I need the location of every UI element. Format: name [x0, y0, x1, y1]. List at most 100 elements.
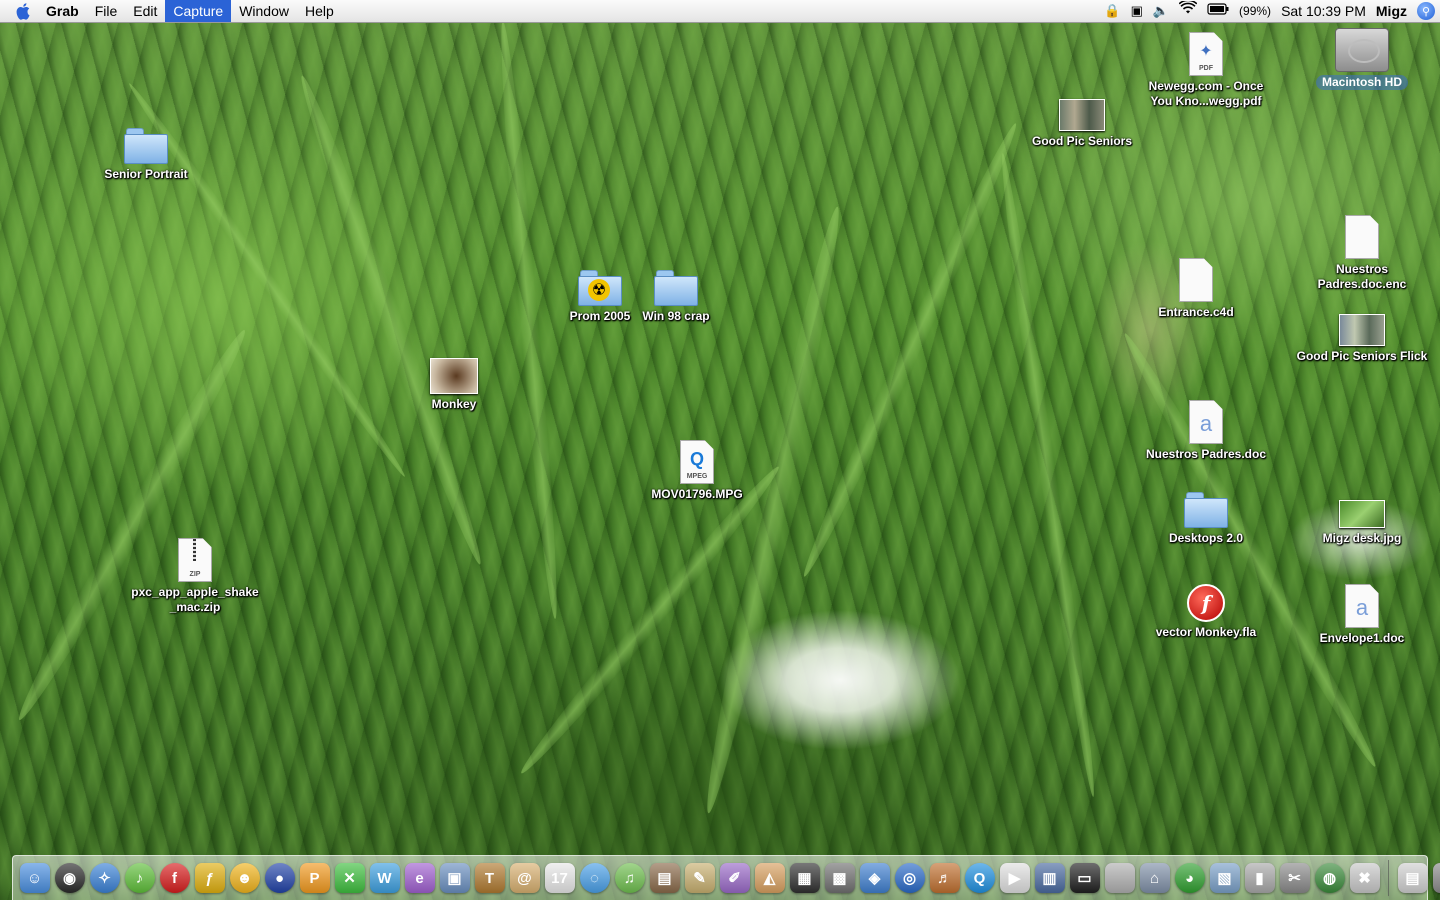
- ichat-icon[interactable]: ◌: [579, 863, 610, 893]
- desktop-icon-win-98-crap[interactable]: Win 98 crap: [601, 270, 751, 324]
- x-app-icon[interactable]: ✕: [334, 863, 365, 893]
- volume-icon[interactable]: 🔈: [1153, 0, 1169, 22]
- desktop-icon-label: Monkey: [431, 397, 477, 411]
- idvd-icon[interactable]: ◈: [859, 863, 890, 893]
- desktop-icon-good-pic-seniors-flick[interactable]: Good Pic Seniors Flick: [1287, 314, 1437, 364]
- pens-icon[interactable]: ✐: [719, 863, 750, 893]
- menu-clock[interactable]: Sat 10:39 PM: [1281, 3, 1366, 19]
- menu-help[interactable]: Help: [297, 0, 342, 22]
- desktop-icon-label: MOV01796.MPG: [651, 487, 743, 501]
- garageband-icon[interactable]: ♬: [929, 863, 960, 893]
- menu-window[interactable]: Window: [231, 0, 297, 22]
- desktop-icon-label: Win 98 crap: [642, 309, 710, 323]
- sphere-app-icon[interactable]: ●: [264, 863, 295, 893]
- archive-icon[interactable]: ▧: [1209, 863, 1240, 893]
- movie-icon[interactable]: ▩: [824, 863, 855, 893]
- dock-separator: [1388, 860, 1389, 896]
- utilities-icon[interactable]: ✂: [1279, 863, 1310, 893]
- pen-tool-icon[interactable]: ✎: [684, 863, 715, 893]
- dashboard-icon[interactable]: ◉: [54, 863, 85, 893]
- desktop-icon-desktops-2[interactable]: Desktops 2.0: [1131, 492, 1281, 546]
- wifi-icon[interactable]: [1178, 0, 1198, 22]
- menu-bar: Grab File Edit Capture Window Help 🔒 ▣ 🔈…: [0, 0, 1440, 23]
- desktop-icon-vector-monkey-fla[interactable]: f vector Monkey.fla: [1131, 584, 1281, 640]
- sketch-icon[interactable]: ◭: [754, 863, 785, 893]
- p-app-icon[interactable]: P: [299, 863, 330, 893]
- photo-thumbnail-icon: [1339, 314, 1385, 346]
- smiley-app-icon[interactable]: ☻: [229, 863, 260, 893]
- word-document-icon: a: [1345, 584, 1379, 628]
- clapper-icon[interactable]: ▦: [789, 863, 820, 893]
- lock-icon[interactable]: 🔒: [1104, 0, 1120, 22]
- film-strip-icon[interactable]: ▥: [1034, 863, 1065, 893]
- desktop-icon-monkey[interactable]: Monkey: [379, 358, 529, 412]
- iphoto-icon[interactable]: ▤: [649, 863, 680, 893]
- dock: ☺ ◉ ✧ ♪ f ƒ ☻ ● P ✕ We ▣ T @17 ◌ ♫ ▤ ✎ ✐ ◭ ▦ ▩ ◈ ◎ ♬ Q ▶ ▥ ▭ ⌂ ◕ ▧ ▮ ✂ ◍ ✖ ▤…: [12, 855, 1440, 900]
- user-name[interactable]: Migz: [1376, 3, 1407, 19]
- dvd-player-icon[interactable]: ◎: [894, 863, 925, 893]
- itunes-note-icon[interactable]: ♫: [614, 863, 645, 893]
- menu-edit[interactable]: Edit: [125, 0, 165, 22]
- desktop-icon-senior-portrait[interactable]: Senior Portrait: [71, 128, 221, 182]
- mpeg-movie-icon: Q MPEG: [680, 440, 714, 484]
- trash-icon[interactable]: ♲: [1432, 863, 1440, 893]
- folder-icon: [124, 128, 168, 164]
- e-app-icon[interactable]: e: [404, 863, 435, 893]
- desktop-icon-label: Nuestros Padres.doc.enc: [1317, 262, 1407, 291]
- photo-thumbnail-icon: [430, 358, 478, 394]
- dreamweaver-icon[interactable]: ƒ: [194, 863, 225, 893]
- menu-app-name[interactable]: Grab: [38, 0, 87, 22]
- desktop-icon-pxc-zip[interactable]: ZIP pxc_app_apple_shake _mac.zip: [120, 538, 270, 615]
- menu-file[interactable]: File: [87, 0, 126, 22]
- desktop-icon-label: Nuestros Padres.doc: [1145, 447, 1267, 461]
- w-app-icon[interactable]: W: [369, 863, 400, 893]
- menu-extras: 🔒 ▣ 🔈 (99%) Sat 10:39 PM Migz ⚲: [1099, 0, 1440, 22]
- network-icon[interactable]: ⌂: [1139, 863, 1170, 893]
- word-document-icon: a: [1189, 400, 1223, 444]
- folder-icon: [1184, 492, 1228, 528]
- document-icon: [1179, 258, 1213, 302]
- desktop-icon-entrance-c4d[interactable]: Entrance.c4d: [1121, 258, 1271, 320]
- battery-icon[interactable]: [1207, 0, 1229, 22]
- server-icon[interactable]: ▮: [1244, 863, 1275, 893]
- t-tool-icon[interactable]: T: [474, 863, 505, 893]
- photo-thumbnail-icon: [1059, 99, 1105, 131]
- spotlight-icon[interactable]: ⚲: [1417, 2, 1435, 20]
- desktop-icon-migz-desk-jpg[interactable]: Migz desk.jpg: [1287, 500, 1437, 546]
- globe-icon[interactable]: ◍: [1314, 863, 1345, 893]
- document-icon: [1345, 215, 1379, 259]
- display-icon[interactable]: ▣: [1131, 0, 1143, 22]
- desktop-icon-envelope1-doc[interactable]: a Envelope1.doc: [1287, 584, 1437, 646]
- desktop-icon-label: Desktops 2.0: [1168, 531, 1244, 545]
- desktop-icon-nuestros-padres-enc[interactable]: Nuestros Padres.doc.enc: [1287, 215, 1437, 292]
- desktop-icon-nuestros-padres-doc[interactable]: a Nuestros Padres.doc: [1131, 400, 1281, 462]
- color-wheel-icon[interactable]: ◕: [1174, 863, 1205, 893]
- apple-icon[interactable]: [1104, 863, 1135, 893]
- desktop-icon-label: Envelope1.doc: [1319, 631, 1405, 645]
- desktop-icon-newegg-pdf[interactable]: ✦ PDF Newegg.com - Once You Kno...wegg.pd…: [1131, 32, 1281, 109]
- itunes-icon[interactable]: ♪: [124, 863, 155, 893]
- desktop-icon-mov01796-mpg[interactable]: Q MPEG MOV01796.MPG: [622, 440, 772, 502]
- desktop-icon-good-pic-seniors[interactable]: Good Pic Seniors: [1007, 99, 1157, 149]
- monitor-icon[interactable]: ▭: [1069, 863, 1100, 893]
- apple-menu-icon[interactable]: [10, 0, 38, 22]
- documents-stack-icon[interactable]: ▤: [1397, 863, 1428, 893]
- quicktime-icon[interactable]: Q: [964, 863, 995, 893]
- safari-icon[interactable]: ✧: [89, 863, 120, 893]
- finder-icon[interactable]: ☺: [19, 863, 50, 893]
- tools-icon[interactable]: ✖: [1349, 863, 1380, 893]
- desktop-icon-label: Good Pic Seniors: [1031, 134, 1133, 148]
- ical-icon[interactable]: 17: [544, 863, 575, 893]
- desktop-icon-label: pxc_app_apple_shake _mac.zip: [131, 585, 259, 614]
- flash-icon[interactable]: f: [159, 863, 190, 893]
- flash-document-icon: f: [1187, 584, 1225, 622]
- menu-capture[interactable]: Capture: [165, 0, 232, 22]
- address-book-icon[interactable]: @: [509, 863, 540, 893]
- hard-drive-icon: [1335, 28, 1389, 72]
- preview-icon[interactable]: ▣: [439, 863, 470, 893]
- camera-icon[interactable]: ▶: [999, 863, 1030, 893]
- desktop-icon-label: Senior Portrait: [104, 167, 188, 181]
- desktop-icon-label: vector Monkey.fla: [1155, 625, 1257, 639]
- desktop-icon-macintosh-hd[interactable]: Macintosh HD: [1287, 28, 1437, 90]
- zip-archive-icon: ZIP: [178, 538, 212, 582]
